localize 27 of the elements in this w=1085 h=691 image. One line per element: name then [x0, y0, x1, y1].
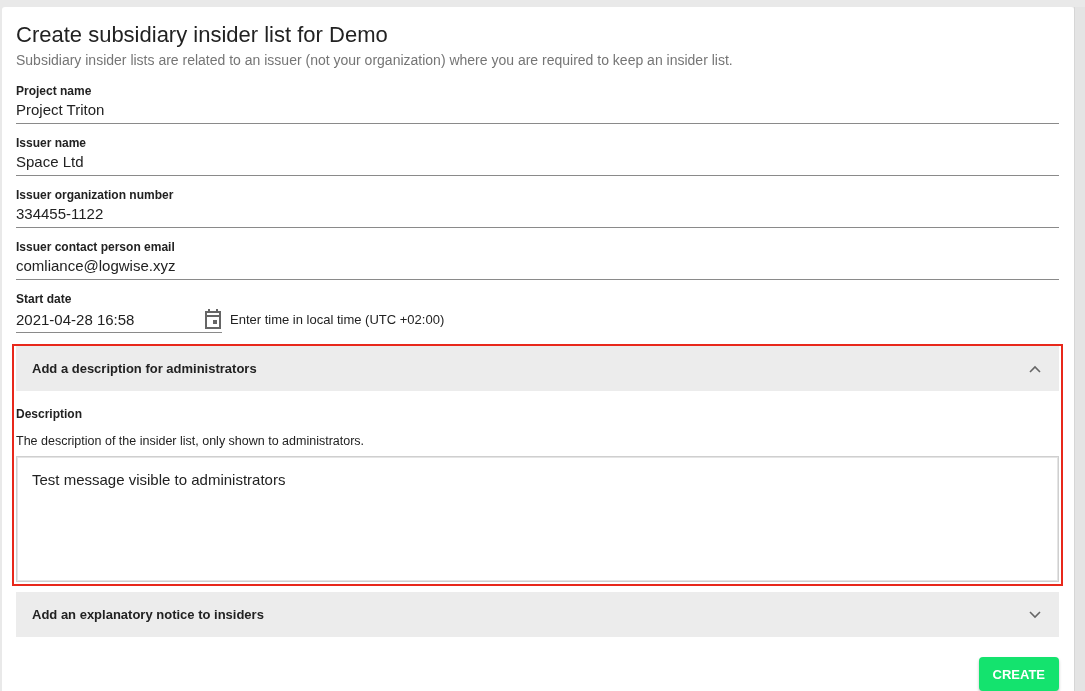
- description-field[interactable]: Test message visible to administrators: [16, 456, 1059, 582]
- help-text: The description of the insider list, only shown to administrators.: [16, 434, 366, 448]
- chevron-down-icon: [1029, 610, 1041, 619]
- accordion-header[interactable]: Add an explanatory notice to insiders: [16, 592, 1059, 637]
- field-value: 334455-1122: [16, 205, 105, 222]
- accordion-header[interactable]: Add a description for administrators: [16, 346, 1059, 391]
- field-value: Project Triton: [16, 101, 106, 118]
- field-label: Start date: [16, 292, 73, 306]
- field-value: comliance@logwise.xyz: [16, 257, 177, 274]
- field-label: Project name: [16, 84, 93, 98]
- page-subtitle: Subsidiary insider lists are related to an issuer (not your organization) where you are required to keep an insider list.: [16, 52, 734, 68]
- text-field[interactable]: Issuer name Space Ltd: [16, 136, 1059, 176]
- field-label: Issuer contact person email: [16, 240, 176, 254]
- chevron-up-icon: [1029, 364, 1041, 373]
- calendar-icon[interactable]: [204, 309, 222, 329]
- time-hint: Enter time in local time (UTC +02:00): [230, 312, 445, 329]
- field-label: Issuer name: [16, 136, 88, 150]
- page-title: Create subsidiary insider list for Demo: [16, 22, 389, 48]
- field-value: Space Ltd: [16, 153, 85, 170]
- field-label: Issuer organization number: [16, 188, 175, 202]
- field-value: 2021-04-28 16:58: [16, 310, 135, 328]
- text-field[interactable]: Issuer organization number 334455-1122: [16, 188, 1059, 228]
- date-field[interactable]: 2021-04-28 16:58: [16, 309, 222, 333]
- field-label: Description: [16, 407, 83, 421]
- scrollbar[interactable]: [1074, 7, 1085, 691]
- text-field[interactable]: Project name Project Triton: [16, 84, 1059, 124]
- text-field[interactable]: Issuer contact person email comliance@logwise.xyz: [16, 240, 1059, 280]
